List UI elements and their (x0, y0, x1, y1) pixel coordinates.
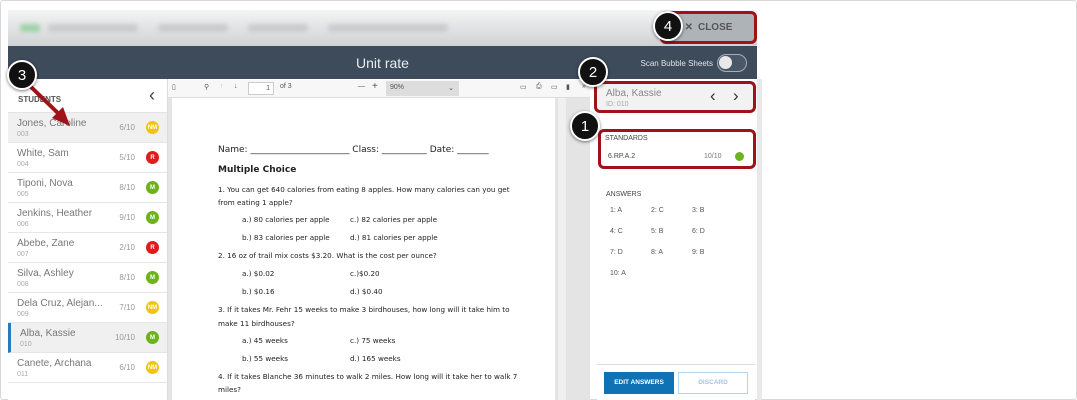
callout-4: 4 (653, 11, 683, 41)
callout-arrow (28, 84, 70, 126)
callout-1: 1 (570, 111, 600, 141)
callout-2: 2 (578, 57, 608, 87)
callout-3: 3 (7, 60, 37, 90)
